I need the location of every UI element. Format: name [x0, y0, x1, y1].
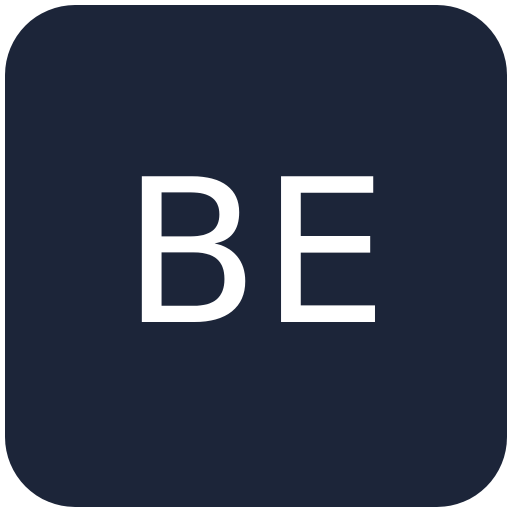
- app-icon-label: BE: [122, 137, 390, 370]
- app-icon: BE: [5, 5, 507, 507]
